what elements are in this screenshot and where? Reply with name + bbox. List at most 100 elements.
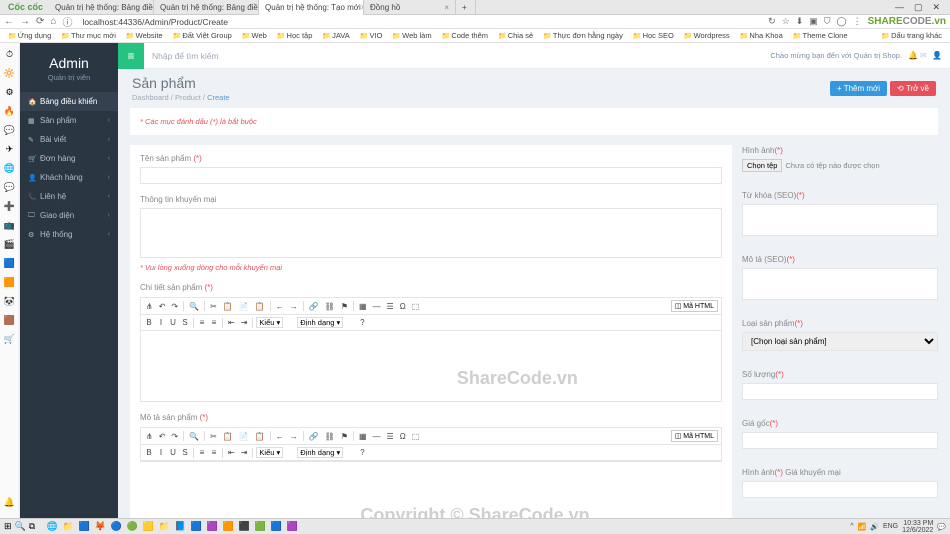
bookmark-item[interactable]: Học tập	[273, 31, 317, 40]
taskbar-app[interactable]: 🟩	[253, 521, 267, 533]
rte-tool[interactable]: ⋔	[144, 431, 155, 442]
rte-tool[interactable]: 🔍	[187, 301, 201, 312]
taskbar-app[interactable]: 🟨	[141, 521, 155, 533]
bell-icon[interactable]: 🔔	[908, 51, 918, 61]
rte-tool[interactable]: ✂	[208, 301, 219, 312]
file-button[interactable]: Chọn tệp	[742, 159, 782, 172]
browser-tab-2[interactable]: Quản trị hệ thống: Tạo mới×	[259, 0, 364, 15]
rte-tool[interactable]: I	[156, 317, 166, 328]
rte-tool[interactable]: ▦	[357, 301, 369, 312]
sidebar-item[interactable]: 🏠Bảng điều khiển	[20, 92, 118, 111]
rte-tool[interactable]: ⇥	[239, 317, 250, 328]
bookmark-item[interactable]: Nha Khoa	[736, 31, 787, 40]
rte-tool[interactable]: ⇤	[226, 317, 237, 328]
name-input[interactable]	[140, 167, 722, 184]
seo-kw-input[interactable]	[742, 204, 938, 236]
rte-tool[interactable]: —	[371, 301, 383, 312]
forward-icon[interactable]: →	[20, 16, 30, 27]
rte-tool[interactable]: B	[144, 447, 154, 458]
video-icon[interactable]: ▣	[809, 16, 818, 27]
bookmark-item[interactable]: Code thêm	[438, 31, 492, 40]
rte-tool[interactable]: S	[180, 317, 190, 328]
browser-tab-0[interactable]: Quản trị hệ thống: Bảng điề…×	[49, 0, 154, 15]
rte-tool[interactable]: 🔗	[307, 301, 321, 312]
reload-icon[interactable]: ⟳	[36, 16, 44, 27]
sidebar-item[interactable]: 🖵Giao diện‹	[20, 206, 118, 225]
user-icon[interactable]: 👤	[932, 51, 942, 61]
bookmark-item[interactable]: Đất Việt Group	[169, 31, 236, 40]
rail-icon[interactable]: ➕	[4, 201, 15, 212]
taskbar-app[interactable]: 🟦	[269, 521, 283, 533]
sidebar-item[interactable]: ▦Sản phẩm‹	[20, 111, 118, 130]
seo-desc-input[interactable]	[742, 268, 938, 300]
rte-source-button[interactable]: ◫ Mã HTML	[671, 430, 718, 442]
rail-icon[interactable]: 💬	[4, 125, 15, 136]
rail-icon[interactable]: 🟧	[4, 277, 15, 288]
taskbar-app[interactable]: ⬛	[237, 521, 251, 533]
rte-tool[interactable]: 🔗	[307, 431, 321, 442]
taskbar-app[interactable]: 🟢	[125, 521, 139, 533]
star-icon[interactable]: ☆	[782, 16, 790, 27]
rail-icon[interactable]: 💬	[4, 182, 15, 193]
rte-tool[interactable]: ⚑	[339, 301, 350, 312]
bookmark-item[interactable]: Website	[122, 31, 167, 40]
history-icon[interactable]: ↻	[768, 16, 776, 27]
taskbar-app[interactable]: 📁	[157, 521, 171, 533]
bookmark-item[interactable]: Theme Clone	[789, 31, 852, 40]
rail-icon[interactable]: 🌐	[4, 163, 15, 174]
rte-tool[interactable]: ≡	[197, 447, 207, 458]
back-button[interactable]: ⟲ Trở về	[890, 81, 936, 96]
rte-tool[interactable]: →	[288, 301, 300, 312]
url-input[interactable]: localhost:44336/Admin/Product/Create	[78, 17, 762, 27]
home-icon[interactable]: ⌂	[50, 16, 56, 27]
rte-tool[interactable]: ⇤	[226, 447, 237, 458]
bookmark-item[interactable]: Học SEO	[629, 31, 678, 40]
category-select[interactable]: [Chọn loại sản phẩm]	[742, 332, 938, 351]
rte-tool[interactable]: Ω	[398, 301, 408, 312]
taskbar-app[interactable]: 🌐	[45, 521, 59, 533]
rail-icon[interactable]: 🎬	[4, 239, 15, 250]
rail-icon[interactable]: 🔥	[4, 106, 15, 117]
rte-tool[interactable]: ⛓	[323, 431, 337, 442]
rte-tool[interactable]: ≡	[197, 317, 207, 328]
bookmark-item[interactable]: VIO	[356, 31, 387, 40]
taskbar-app[interactable]: 🟪	[205, 521, 219, 533]
taskbar-app[interactable]: 🟧	[221, 521, 235, 533]
bookmark-item[interactable]: Web	[238, 31, 271, 40]
rte-tool[interactable]: ↶	[157, 431, 168, 442]
taskbar-app[interactable]: 🔵	[109, 521, 123, 533]
bookmark-other[interactable]: Dấu trang khác	[877, 31, 946, 40]
images-input[interactable]	[742, 481, 938, 498]
bell-icon[interactable]: 🔔	[4, 497, 15, 508]
rte-source-button[interactable]: ◫ Mã HTML	[671, 300, 718, 312]
rail-icon[interactable]: 🐼	[4, 296, 15, 307]
rte-tool[interactable]: ↷	[169, 431, 180, 442]
bookmark-item[interactable]: Chia sẻ	[494, 31, 537, 40]
rte-tool[interactable]: U	[168, 317, 178, 328]
taskbar-app[interactable]: 📁	[61, 521, 75, 533]
lang-indicator[interactable]: ENG	[883, 523, 898, 530]
rail-icon[interactable]: 📺	[4, 220, 15, 231]
rte-tool[interactable]: ⬚	[410, 301, 422, 312]
rte-tool[interactable]: 📋	[221, 431, 235, 442]
rte-tool[interactable]: 📋	[253, 301, 267, 312]
rte-body[interactable]	[141, 331, 721, 401]
rte-tool[interactable]: 📋	[221, 301, 235, 312]
rte-tool[interactable]: ▦	[357, 431, 369, 442]
download-icon[interactable]: ⬇	[796, 16, 804, 27]
taskbar-app[interactable]: 🟦	[77, 521, 91, 533]
rail-icon[interactable]: 🛒	[4, 334, 15, 345]
sidebar-item[interactable]: 👤Khách hàng‹	[20, 168, 118, 187]
rte-tool[interactable]: ⬚	[410, 431, 422, 442]
clock-time[interactable]: 10:33 PM	[902, 520, 933, 527]
sidebar-item[interactable]: 🛒Đơn hàng‹	[20, 149, 118, 168]
rte-tool[interactable]: ←	[274, 301, 286, 312]
add-button[interactable]: + Thêm mới	[830, 81, 887, 96]
rail-icon[interactable]: 🔆	[4, 68, 15, 79]
rte-tool[interactable]: ↷	[169, 301, 180, 312]
start-icon[interactable]: ⊞	[4, 521, 12, 532]
back-icon[interactable]: ←	[4, 16, 14, 27]
rail-icon[interactable]: ⚙	[5, 87, 13, 98]
rail-icon[interactable]: ⏱	[6, 49, 13, 60]
bookmark-item[interactable]: Wordpress	[680, 31, 734, 40]
